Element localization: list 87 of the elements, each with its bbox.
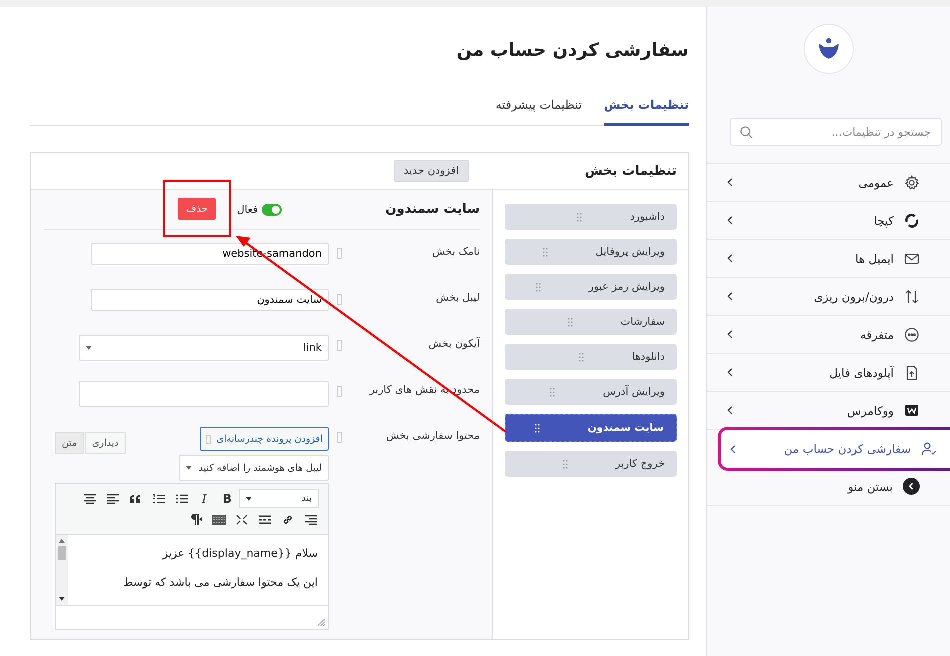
- info-icon: [337, 386, 342, 397]
- dots-circle-icon: [904, 326, 920, 342]
- field-label: محدود به نقش های کاربر: [368, 383, 480, 396]
- drag-handle-icon: [577, 212, 582, 222]
- section-item[interactable]: ویرایش آدرس: [505, 379, 677, 405]
- section-item[interactable]: خروج کاربر: [505, 451, 677, 477]
- logo-icon: [804, 24, 854, 74]
- drag-handle-icon: [550, 388, 556, 396]
- chevron-icon: [727, 330, 733, 339]
- chevron-icon: [727, 178, 733, 187]
- input-field[interactable]: [79, 381, 329, 407]
- section-item[interactable]: دانلودها: [505, 344, 677, 370]
- keyboard-icon: [212, 514, 226, 524]
- editor-mode-tab[interactable]: دیداری: [85, 432, 126, 454]
- chevron-icon: [727, 406, 733, 415]
- file-upload-icon: [904, 364, 920, 380]
- drag-handle-icon: [534, 424, 540, 432]
- caret-icon: [86, 346, 92, 350]
- italic-button[interactable]: I: [193, 488, 216, 509]
- add-new-button[interactable]: افزودن جدید: [394, 160, 470, 182]
- add-media-button[interactable]: افزودن پروندهٔ چندرسانه‌ای: [200, 427, 329, 451]
- select-field[interactable]: link: [79, 335, 329, 361]
- info-icon: [337, 294, 342, 305]
- field-label: لیبل بخش: [435, 291, 480, 304]
- tab[interactable]: تنظیمات پیشرفته: [496, 92, 582, 126]
- drag-handle-icon: [536, 282, 541, 292]
- page-title: سفارشی کردن حساب من: [456, 40, 689, 63]
- align-left-icon: [106, 494, 118, 504]
- scrollbar-thumb[interactable]: [58, 546, 66, 560]
- format-select[interactable]: بند: [239, 489, 319, 508]
- scroll-down-icon: [59, 597, 65, 601]
- search-icon: [740, 126, 753, 139]
- chevron-icon: [730, 444, 736, 454]
- editor-text: این یک محتوا سفارشی می باشد که توسط: [122, 576, 318, 589]
- section-title: سایت سمندون: [384, 202, 480, 217]
- paragraph-icon: [189, 514, 202, 525]
- info-icon: [337, 340, 342, 351]
- chevron-icon: [727, 292, 733, 301]
- info-icon: [337, 432, 342, 443]
- chevron-icon: [727, 254, 733, 263]
- info-icon: [337, 248, 342, 259]
- section-item[interactable]: سایت سمندون: [505, 414, 677, 442]
- refresh-icon: [904, 212, 920, 228]
- tab[interactable]: تنظیمات بخش: [604, 92, 689, 126]
- caret-icon: [186, 466, 192, 470]
- section-item[interactable]: داشبورد: [505, 204, 677, 230]
- editor-mode-tab[interactable]: متن: [55, 432, 84, 454]
- search-field[interactable]: جستجو در تنظیمات...: [730, 118, 942, 146]
- drag-handle-icon: [542, 248, 548, 256]
- field-label: نامک بخش: [431, 245, 480, 258]
- chevron-circle-icon: [903, 478, 920, 495]
- editor-text: سلام {{display_name}} عزیز: [161, 547, 318, 560]
- field-label: آیکون بخش: [428, 336, 480, 350]
- card-title: تنظیمات بخش: [585, 164, 677, 178]
- align-center-icon: [84, 494, 96, 504]
- w-square-icon: [904, 402, 920, 418]
- delete-button[interactable]: حذف: [178, 198, 216, 220]
- drag-handle-icon: [568, 318, 573, 326]
- chevron-icon: [727, 216, 733, 225]
- drag-handle-icon: [562, 460, 568, 468]
- scroll-up-icon: [59, 539, 65, 543]
- quote-icon: [130, 494, 141, 502]
- section-item[interactable]: سفارشات: [505, 309, 677, 335]
- section-item[interactable]: ویرایش رمز عبور: [505, 274, 677, 300]
- smart-labels-select[interactable]: لیبل های هوشمند را اضافه کنید: [179, 455, 329, 481]
- sidebar-item[interactable]: سفارشی کردن حساب من: [721, 430, 950, 468]
- numbered-list-icon: [152, 494, 164, 504]
- resize-handle-icon: [318, 619, 325, 626]
- chevron-icon: [727, 368, 733, 377]
- input-field[interactable]: سایت سمندون: [91, 289, 329, 311]
- field-label: محتوا سفارشی بخش: [385, 429, 480, 442]
- fullscreen-icon: [236, 514, 248, 524]
- settings-icon: [904, 174, 920, 190]
- section-item[interactable]: ویرایش پروفایل: [505, 239, 677, 265]
- drag-handle-icon: [579, 352, 584, 362]
- link-icon: [282, 514, 294, 526]
- align-right-icon: [304, 514, 316, 524]
- bold-button[interactable]: B: [216, 488, 239, 509]
- sort-arrows-icon: [904, 288, 920, 304]
- bullet-list-icon: [176, 494, 188, 504]
- toggle-switch[interactable]: [262, 204, 282, 216]
- scrollbar[interactable]: [56, 535, 68, 605]
- user-check-icon: [921, 441, 937, 457]
- caret-icon: [246, 496, 252, 500]
- read-more-icon: [258, 514, 270, 524]
- media-icon: [206, 434, 211, 444]
- toggle-label: فعال: [237, 204, 258, 216]
